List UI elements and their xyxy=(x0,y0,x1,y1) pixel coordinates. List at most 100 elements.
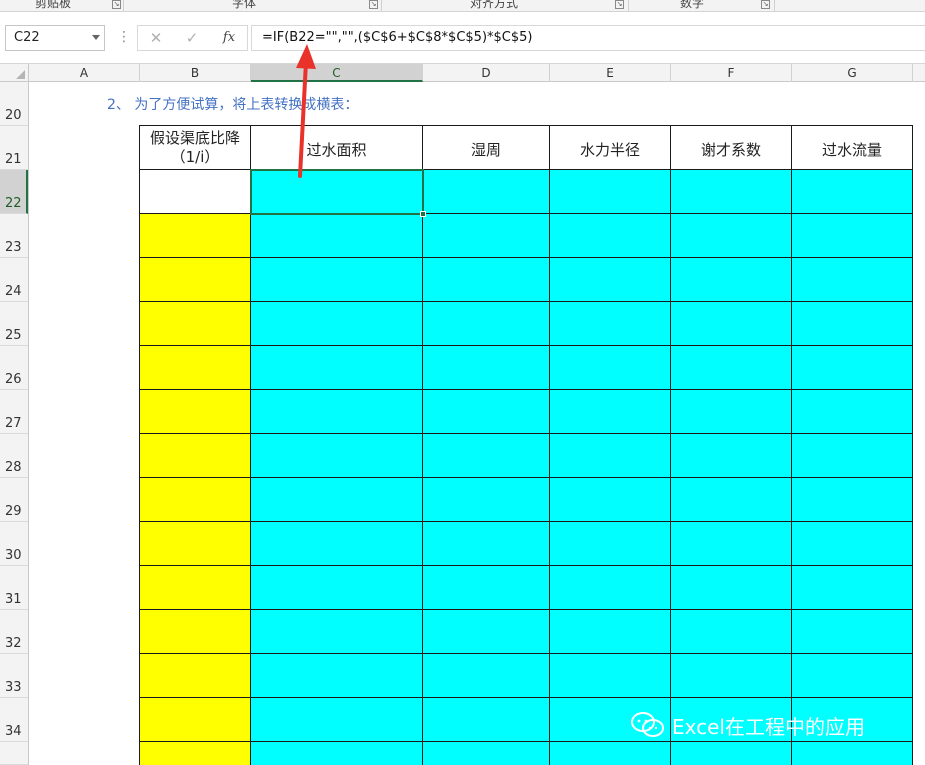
dialog-launcher-icon[interactable]: ↘ xyxy=(112,0,121,9)
cell-discharge[interactable] xyxy=(792,302,913,346)
cell-wetted-perimeter[interactable] xyxy=(423,390,550,434)
cell-discharge[interactable] xyxy=(792,258,913,302)
dialog-launcher-icon[interactable]: ↘ xyxy=(761,0,770,9)
cell-flow-area[interactable] xyxy=(251,390,423,434)
row-header[interactable]: 26 xyxy=(0,346,28,390)
cell-chezy-coefficient[interactable] xyxy=(671,434,792,478)
cell-slope[interactable] xyxy=(140,258,251,302)
cell-hydraulic-radius[interactable] xyxy=(550,654,671,698)
row-header[interactable]: 30 xyxy=(0,522,28,566)
cell-slope[interactable] xyxy=(140,346,251,390)
cell-chezy-coefficient[interactable] xyxy=(671,302,792,346)
cell-discharge[interactable] xyxy=(792,214,913,258)
column-header-a[interactable]: A xyxy=(29,64,140,82)
cell-hydraulic-radius[interactable] xyxy=(550,566,671,610)
cell-flow-area[interactable] xyxy=(251,258,423,302)
cell-flow-area[interactable] xyxy=(251,698,423,742)
cell-chezy-coefficient[interactable] xyxy=(671,742,792,765)
cell-discharge[interactable] xyxy=(792,346,913,390)
more-vertical-icon[interactable]: ⋮ xyxy=(117,26,131,48)
cell-hydraulic-radius[interactable] xyxy=(550,742,671,765)
column-header-f[interactable]: F xyxy=(671,64,792,82)
cell-wetted-perimeter[interactable] xyxy=(423,170,550,214)
name-box[interactable]: C22 xyxy=(5,25,105,51)
column-header-g[interactable]: G xyxy=(792,64,913,82)
cell-slope[interactable] xyxy=(140,698,251,742)
select-all-button[interactable] xyxy=(0,64,29,82)
cell-wetted-perimeter[interactable] xyxy=(423,214,550,258)
cell-hydraulic-radius[interactable] xyxy=(550,346,671,390)
cell-discharge[interactable] xyxy=(792,654,913,698)
cell-slope[interactable] xyxy=(140,478,251,522)
cell-flow-area[interactable] xyxy=(251,742,423,765)
row-header[interactable]: 24 xyxy=(0,258,28,302)
cell-flow-area[interactable] xyxy=(251,434,423,478)
cell-chezy-coefficient[interactable] xyxy=(671,522,792,566)
dialog-launcher-icon[interactable]: ↘ xyxy=(615,0,624,9)
cell-flow-area[interactable] xyxy=(251,610,423,654)
cell-wetted-perimeter[interactable] xyxy=(423,566,550,610)
cell-slope[interactable] xyxy=(140,566,251,610)
row-header[interactable]: 31 xyxy=(0,566,28,610)
cell-flow-area[interactable] xyxy=(251,346,423,390)
cell-chezy-coefficient[interactable] xyxy=(671,258,792,302)
cell-slope[interactable] xyxy=(140,302,251,346)
row-header[interactable]: 20 xyxy=(0,82,28,126)
cell-slope[interactable] xyxy=(140,390,251,434)
cell-hydraulic-radius[interactable] xyxy=(550,478,671,522)
cell-chezy-coefficient[interactable] xyxy=(671,214,792,258)
cell-wetted-perimeter[interactable] xyxy=(423,742,550,765)
row-header[interactable]: 28 xyxy=(0,434,28,478)
cancel-icon[interactable]: ✕ xyxy=(142,26,170,50)
dialog-launcher-icon[interactable]: ↘ xyxy=(369,0,378,9)
cell-slope[interactable] xyxy=(140,610,251,654)
cell-flow-area[interactable] xyxy=(251,302,423,346)
cell-flow-area[interactable] xyxy=(251,566,423,610)
cell-wetted-perimeter[interactable] xyxy=(423,522,550,566)
cell-wetted-perimeter[interactable] xyxy=(423,478,550,522)
row-header[interactable]: 21 xyxy=(0,126,28,170)
cell-hydraulic-radius[interactable] xyxy=(550,390,671,434)
cell-chezy-coefficient[interactable] xyxy=(671,390,792,434)
cell-slope[interactable] xyxy=(140,170,251,214)
cell-wetted-perimeter[interactable] xyxy=(423,346,550,390)
cell-chezy-coefficient[interactable] xyxy=(671,170,792,214)
chevron-down-icon[interactable] xyxy=(92,35,100,40)
cell-hydraulic-radius[interactable] xyxy=(550,302,671,346)
cell-chezy-coefficient[interactable] xyxy=(671,654,792,698)
cell-wetted-perimeter[interactable] xyxy=(423,434,550,478)
cell-discharge[interactable] xyxy=(792,478,913,522)
row-header[interactable]: 34 xyxy=(0,698,28,742)
cell-discharge[interactable] xyxy=(792,610,913,654)
column-header-b[interactable]: B xyxy=(140,64,251,82)
cell-hydraulic-radius[interactable] xyxy=(550,434,671,478)
cell-slope[interactable] xyxy=(140,742,251,765)
header-cell-chezy-coefficient[interactable]: 谢才系数 xyxy=(671,126,792,170)
row-header[interactable]: 33 xyxy=(0,654,28,698)
cell-discharge[interactable] xyxy=(792,522,913,566)
cell-discharge[interactable] xyxy=(792,566,913,610)
cell-flow-area[interactable] xyxy=(251,522,423,566)
cell-wetted-perimeter[interactable] xyxy=(423,258,550,302)
cell-flow-area[interactable] xyxy=(251,170,423,214)
column-header-e[interactable]: E xyxy=(550,64,671,82)
enter-icon[interactable]: ✓ xyxy=(178,26,206,50)
cell-discharge[interactable] xyxy=(792,742,913,765)
cell-hydraulic-radius[interactable] xyxy=(550,170,671,214)
cell-flow-area[interactable] xyxy=(251,214,423,258)
cell-chezy-coefficient[interactable] xyxy=(671,346,792,390)
column-header-c[interactable]: C xyxy=(251,64,423,82)
row-header[interactable]: 27 xyxy=(0,390,28,434)
row-header[interactable]: 29 xyxy=(0,478,28,522)
column-header-d[interactable]: D xyxy=(423,64,550,82)
cell-chezy-coefficient[interactable] xyxy=(671,566,792,610)
header-cell-flow-area[interactable]: 过水面积 xyxy=(251,126,423,170)
header-cell-hydraulic-radius[interactable]: 水力半径 xyxy=(550,126,671,170)
cell-hydraulic-radius[interactable] xyxy=(550,258,671,302)
header-cell-slope[interactable]: 假设渠底比降 （1/i） xyxy=(140,126,251,170)
cell-hydraulic-radius[interactable] xyxy=(550,522,671,566)
cell-flow-area[interactable] xyxy=(251,478,423,522)
cell-wetted-perimeter[interactable] xyxy=(423,654,550,698)
cell-hydraulic-radius[interactable] xyxy=(550,610,671,654)
row-header[interactable] xyxy=(0,742,28,765)
